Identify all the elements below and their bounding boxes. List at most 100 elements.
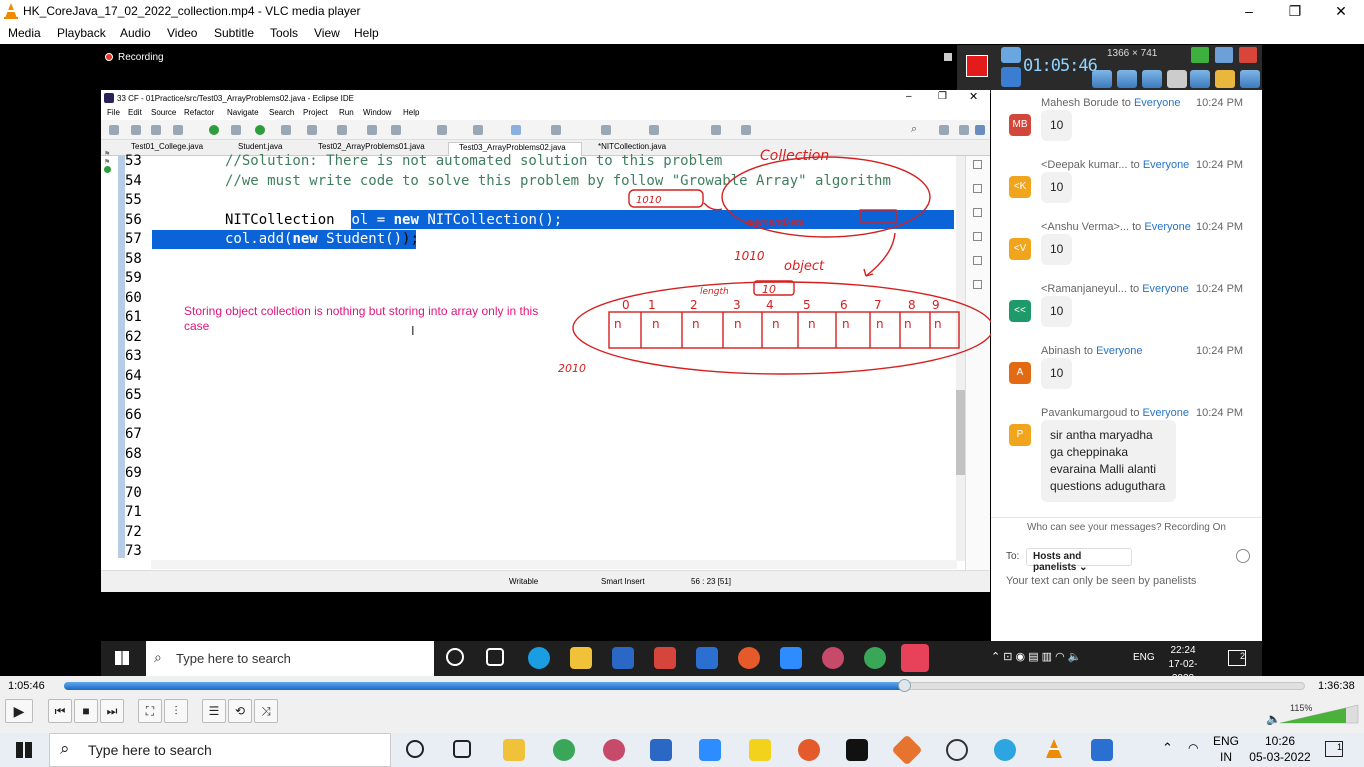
horizontal-scrollbar[interactable] [151,560,957,569]
pause-icon[interactable] [1001,67,1021,87]
settings-icon[interactable] [1240,70,1260,88]
annotation-index: 5 [803,298,811,312]
menu-video[interactable]: Video [167,26,197,40]
fullscreen-button[interactable]: ⛶ [138,699,162,723]
annotation-index: 1 [648,298,656,312]
task-view-icon[interactable] [453,740,471,758]
menu-view[interactable]: View [314,26,340,40]
chat-panel: Mahesh Borude to Everyone 10:24 PM MB 10… [991,90,1262,643]
chat-header: <Ramanjaneyul... to Everyone [1041,283,1189,295]
sticky-notes-icon[interactable] [749,739,771,761]
previous-button[interactable]: ⏮ [48,699,72,723]
menu-media[interactable]: Media [8,26,41,40]
file-explorer-icon[interactable] [503,739,525,761]
gift-icon[interactable] [654,647,676,669]
chat-input-hint[interactable]: Your text can only be seen by panelists [1006,575,1196,587]
chat-recipient-dropdown[interactable]: Hosts and panelists ⌄ [1026,548,1132,573]
record-app-icon[interactable] [738,647,760,669]
snip-icon[interactable] [822,647,844,669]
handwritten-annotations: Collection 1010 elementData 1010 object … [558,148,994,375]
terminal-icon[interactable] [846,739,868,761]
folder-icon[interactable] [1215,70,1235,88]
next-button[interactable]: ⏭ [100,699,124,723]
annotation-object-text: object [784,259,825,274]
photos-icon[interactable] [1091,739,1113,761]
menu-tools[interactable]: Tools [270,26,298,40]
telegram-icon[interactable] [994,739,1016,761]
status-writable: Writable [509,577,539,586]
stop-button[interactable]: ■ [74,699,98,723]
recorder-toolbar: 01:05:46 1366 × 741 [957,45,1262,93]
total-time[interactable]: 1:36:38 [1318,680,1355,692]
snip-icon[interactable] [603,739,625,761]
annotation-cell: n [808,317,816,331]
extended-settings-button[interactable]: ⫶ [164,699,188,723]
shuffle-button[interactable]: ⤨ [254,699,278,723]
store-icon[interactable] [650,739,672,761]
cursor-icon[interactable] [1167,70,1187,88]
avatar: MB [1009,114,1031,136]
task-view-icon[interactable] [486,648,504,666]
minimize-recorder-icon[interactable] [1215,47,1233,63]
notification-icon[interactable]: 2 [1228,650,1246,666]
menu-subtitle[interactable]: Subtitle [214,26,254,40]
search-icon: ⌕ [60,739,70,758]
chat-bubble: sir antha maryadha ga cheppinaka evarain… [1041,420,1176,502]
annotation-index: 3 [733,298,741,312]
chat-recipient: Everyone [1142,159,1190,171]
vlc-icon[interactable] [1043,738,1065,760]
taskbar-clock[interactable]: 10:26 05-03-2022 [1248,733,1312,765]
line-number: 73 [125,543,142,559]
volume-slider[interactable]: 🔈 [1266,703,1360,725]
cortana-icon[interactable] [446,648,464,666]
menu-help[interactable]: Help [354,26,379,40]
store-icon[interactable] [612,647,634,669]
show-hidden-icons[interactable]: ⌃ [1162,740,1173,756]
menu-playback[interactable]: Playback [57,26,106,40]
chrome-icon[interactable] [553,739,575,761]
language-indicator[interactable]: ENG IN [1208,733,1244,765]
file-explorer-icon[interactable] [570,647,592,669]
zoom-icon[interactable] [699,739,721,761]
record-app-icon[interactable] [798,739,820,761]
menu-audio[interactable]: Audio [120,26,151,40]
wifi-icon[interactable]: ◠ [1188,741,1198,755]
green-window-icon[interactable] [1191,47,1209,63]
close-button[interactable]: ✕ [1318,0,1364,23]
annotation-address-2: 2010 [558,362,586,375]
webcam-icon[interactable] [1142,70,1162,88]
speaker-icon[interactable] [1092,70,1112,88]
annotation-arrow-1 [703,202,723,211]
close-recorder-icon[interactable] [1239,47,1257,63]
avatar: A [1009,362,1031,384]
chat-header: <Deepak kumar... to Everyone [1041,159,1190,171]
playlist-button[interactable]: ☰ [202,699,226,723]
app-icon[interactable] [891,734,923,766]
camera-app-icon[interactable] [901,644,929,672]
clock-app-icon[interactable] [946,739,968,761]
taskbar-search-box[interactable]: ⌕ Type here to search [49,733,391,767]
camera-icon[interactable] [1001,47,1021,63]
tray-icons[interactable]: ⌃ ⊡ ◉ ▤ ▥ ◠ 🔈 [991,650,1081,663]
maximize-button[interactable]: ❐ [1272,0,1318,23]
zoom-icon[interactable] [780,647,802,669]
chrome-icon[interactable] [864,647,886,669]
windows-start-icon[interactable] [16,742,32,758]
mic-icon[interactable] [1117,70,1137,88]
windows-start-icon[interactable] [115,651,129,665]
chat-time: 10:24 PM [1196,283,1244,295]
recorded-search-box[interactable]: ⌕ Type here to search [146,641,434,676]
annotation-cell: n [772,317,780,331]
notification-icon[interactable]: 1 [1325,741,1343,757]
mail-icon[interactable] [696,647,718,669]
play-button[interactable]: ▶ [5,699,33,723]
recorded-language[interactable]: ENG [1133,652,1155,663]
chat-visibility-notice[interactable]: Who can see your messages? Recording On [991,517,1262,535]
edge-icon[interactable] [528,647,550,669]
annotation-index: 6 [840,298,848,312]
loop-button[interactable]: ⟲ [228,699,252,723]
cortana-icon[interactable] [406,740,424,758]
pen-icon[interactable] [1190,70,1210,88]
emoji-icon[interactable] [1236,549,1250,563]
minimize-button[interactable]: – [1226,0,1272,23]
